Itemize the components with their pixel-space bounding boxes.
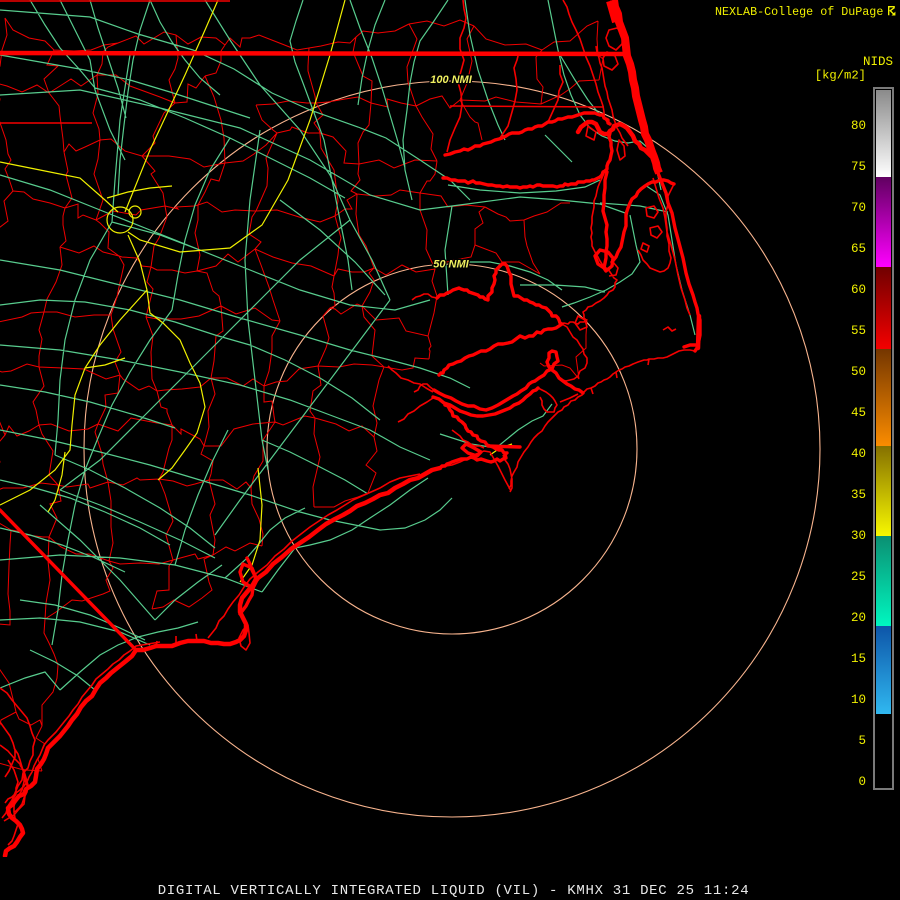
svg-text:70: 70 [851,201,866,215]
svg-text:30: 30 [851,529,866,543]
svg-text:60: 60 [851,283,866,297]
svg-text:25: 25 [851,570,866,584]
svg-text:75: 75 [851,160,866,174]
svg-text:50: 50 [851,365,866,379]
svg-text:100 NMI: 100 NMI [430,74,473,86]
svg-text:15: 15 [851,652,866,666]
svg-text:45: 45 [851,406,866,420]
svg-text:10: 10 [851,693,866,707]
svg-text:40: 40 [851,447,866,461]
svg-text:80: 80 [851,119,866,133]
svg-text:0: 0 [858,775,866,789]
svg-text:[kg/m2]: [kg/m2] [815,69,866,83]
svg-text:20: 20 [851,611,866,625]
svg-text:NEXLAB-College of DuPage: NEXLAB-College of DuPage [715,5,883,19]
svg-text:5: 5 [858,734,866,748]
svg-text:NIDS: NIDS [863,55,893,69]
svg-text:50 NMI: 50 NMI [433,259,469,271]
svg-text:DIGITAL VERTICALLY INTEGRATED: DIGITAL VERTICALLY INTEGRATED LIQUID (VI… [158,883,750,899]
svg-text:35: 35 [851,488,866,502]
svg-text:65: 65 [851,242,866,256]
svg-text:55: 55 [851,324,866,338]
